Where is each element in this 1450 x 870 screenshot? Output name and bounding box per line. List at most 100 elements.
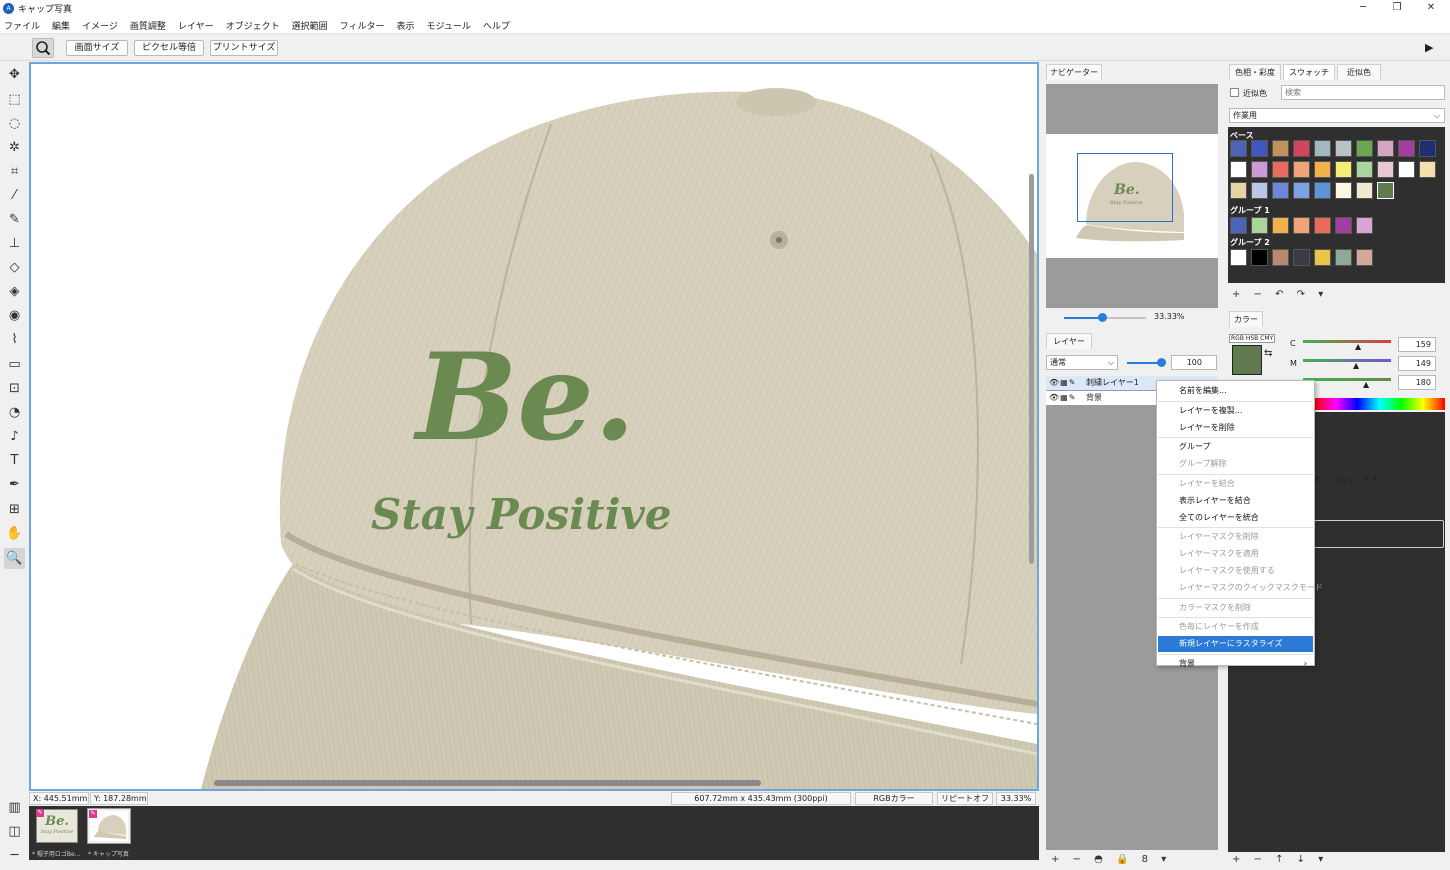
context-menu-item[interactable]: 表示レイヤーを結合 xyxy=(1158,493,1313,509)
doc-tab-cap[interactable]: ✎ xyxy=(87,808,131,844)
color-mode-tabs[interactable]: RGB HSB CMY xyxy=(1229,334,1276,343)
tab-layers[interactable]: レイヤー xyxy=(1046,333,1092,349)
channel-y-thumb[interactable]: ▲ xyxy=(1363,380,1369,389)
swatch-base-25[interactable] xyxy=(1335,182,1352,199)
tab-swatches[interactable]: スウォッチ xyxy=(1283,64,1335,80)
restore-icon[interactable]: ❐ xyxy=(1378,0,1416,17)
swatch-base-1[interactable] xyxy=(1251,140,1268,157)
swatch-base-27[interactable] xyxy=(1377,182,1394,199)
channel-m-input[interactable]: 149 xyxy=(1398,356,1436,371)
context-menu-item[interactable]: 背景 › xyxy=(1158,656,1313,672)
magic-wand-icon[interactable]: ✲ xyxy=(4,137,25,158)
close-icon[interactable]: ✕ xyxy=(1412,0,1450,17)
replace-color-icon[interactable]: ⊡ xyxy=(4,378,25,399)
stamp-icon[interactable]: ⊥ xyxy=(4,233,25,254)
swatch-group1-2[interactable] xyxy=(1272,217,1289,234)
eyedropper-icon[interactable]: ⁄ xyxy=(4,185,25,206)
quick-mask-icon[interactable]: ◫ xyxy=(4,821,25,842)
swatch-base-4[interactable] xyxy=(1314,140,1331,157)
foreground-color-swatch[interactable] xyxy=(1232,345,1262,375)
collapse-icon[interactable]: ─ xyxy=(4,845,25,866)
swatch-group1-3[interactable] xyxy=(1293,217,1310,234)
context-menu-item[interactable]: 全てのレイヤーを統合 xyxy=(1158,510,1313,526)
smudge-icon[interactable]: ⌇ xyxy=(4,329,25,350)
swatch-group2-3[interactable] xyxy=(1293,249,1310,266)
brush-icon[interactable]: ✎ xyxy=(4,209,25,230)
swatch-group2-5[interactable] xyxy=(1335,249,1352,266)
similar-checkbox[interactable] xyxy=(1230,88,1239,97)
channel-m-slider[interactable] xyxy=(1303,359,1391,362)
swatch-base-26[interactable] xyxy=(1356,182,1373,199)
swatch-group2-2[interactable] xyxy=(1272,249,1289,266)
swatch-base-19[interactable] xyxy=(1419,161,1436,178)
crop-icon[interactable]: ⌗ xyxy=(4,161,25,182)
text-icon[interactable]: T xyxy=(4,450,25,471)
swatch-set-select[interactable]: 作業用 ⌵ xyxy=(1229,108,1445,123)
swatch-group1-6[interactable] xyxy=(1356,217,1373,234)
swatch-group2-0[interactable] xyxy=(1230,249,1247,266)
ruler-icon[interactable]: ▥ xyxy=(4,797,25,818)
eraser-icon[interactable]: ◇ xyxy=(4,257,25,278)
lasso-icon[interactable]: ◌ xyxy=(4,113,25,134)
tab-navigator[interactable]: ナビゲーター xyxy=(1046,64,1102,80)
swatch-group1-1[interactable] xyxy=(1251,217,1268,234)
minimize-icon[interactable]: ─ xyxy=(1344,0,1382,17)
opacity-input[interactable]: 100 xyxy=(1171,355,1217,370)
swatch-base-5[interactable] xyxy=(1335,140,1352,157)
swatch-group1-4[interactable] xyxy=(1314,217,1331,234)
zoom-slider-thumb[interactable] xyxy=(1098,313,1107,322)
rect-select-icon[interactable]: ⬚ xyxy=(4,89,25,110)
swatch-base-0[interactable] xyxy=(1230,140,1247,157)
swatch-group1-0[interactable] xyxy=(1230,217,1247,234)
zoom-icon[interactable]: 🔍 xyxy=(4,548,25,569)
swatch-group2-4[interactable] xyxy=(1314,249,1331,266)
horizontal-scrollbar[interactable] xyxy=(214,780,761,786)
channel-c-slider[interactable] xyxy=(1303,340,1391,343)
swatch-base-8[interactable] xyxy=(1398,140,1415,157)
fit-screen-button[interactable]: 画面サイズ xyxy=(66,40,128,56)
context-menu-item[interactable]: グループ xyxy=(1158,439,1313,455)
menu-select[interactable]: 選択範囲 xyxy=(292,19,328,32)
zoom-tool-indicator[interactable] xyxy=(32,38,54,58)
swatch-base-6[interactable] xyxy=(1356,140,1373,157)
swatch-base-23[interactable] xyxy=(1293,182,1310,199)
move-tool-icon[interactable]: ✥ xyxy=(4,64,25,85)
swatch-base-20[interactable] xyxy=(1230,182,1247,199)
opacity-slider-thumb[interactable] xyxy=(1157,358,1166,367)
menu-adjust[interactable]: 画質調整 xyxy=(130,19,166,32)
swatch-group2-1[interactable] xyxy=(1251,249,1268,266)
channel-y-slider[interactable] xyxy=(1303,378,1391,381)
menu-filter[interactable]: フィルター xyxy=(340,19,385,32)
hand-icon[interactable]: ✋ xyxy=(4,523,25,544)
doc-tab-logo[interactable]: ✎ Be. Stay Positive xyxy=(36,809,78,843)
swap-colors-icon[interactable]: ⇆ xyxy=(1264,348,1272,359)
context-menu-item[interactable]: レイヤーを複製... xyxy=(1158,403,1313,419)
blur-icon[interactable]: ◔ xyxy=(4,402,25,423)
menu-view[interactable]: 表示 xyxy=(396,19,414,32)
canvas[interactable]: Be. Stay Positive xyxy=(31,64,1037,789)
channel-c-thumb[interactable]: ▲ xyxy=(1355,342,1361,351)
navigator-viewport-rect[interactable] xyxy=(1077,153,1173,222)
swatch-group2-6[interactable] xyxy=(1356,249,1373,266)
layer-visibility-icon[interactable]: 👁▦✎ xyxy=(1049,378,1076,388)
menu-object[interactable]: オブジェクト xyxy=(226,19,280,32)
slice-icon[interactable]: ⊞ xyxy=(4,499,25,520)
menu-module[interactable]: モジュール xyxy=(426,19,470,32)
channel-c-input[interactable]: 159 xyxy=(1398,337,1436,352)
pixel-equal-button[interactable]: ピクセル等倍 xyxy=(134,40,204,56)
swatch-base-24[interactable] xyxy=(1314,182,1331,199)
swatch-base-2[interactable] xyxy=(1272,140,1289,157)
swatch-base-12[interactable] xyxy=(1272,161,1289,178)
swatch-base-18[interactable] xyxy=(1398,161,1415,178)
layer-actions[interactable]: + − ◓ 🔒 8 ▾ xyxy=(1051,854,1171,865)
blend-mode-select[interactable]: 通常 ⌵ xyxy=(1046,355,1118,370)
menu-layer[interactable]: レイヤー xyxy=(178,19,214,32)
brush-preset-item[interactable] xyxy=(1314,520,1444,548)
menu-file[interactable]: ファイル xyxy=(4,19,40,32)
panel-expand-icon[interactable]: ▶ xyxy=(1425,41,1433,54)
fill-icon[interactable]: ◈ xyxy=(4,281,25,302)
context-menu-item[interactable]: 名前を編集... xyxy=(1158,383,1313,399)
layer-visibility-icon[interactable]: 👁▦✎ xyxy=(1049,393,1076,403)
navigator-view[interactable]: Be. Stay Positive xyxy=(1046,84,1218,308)
clear-icon[interactable]: ⊘ xyxy=(1314,475,1322,485)
